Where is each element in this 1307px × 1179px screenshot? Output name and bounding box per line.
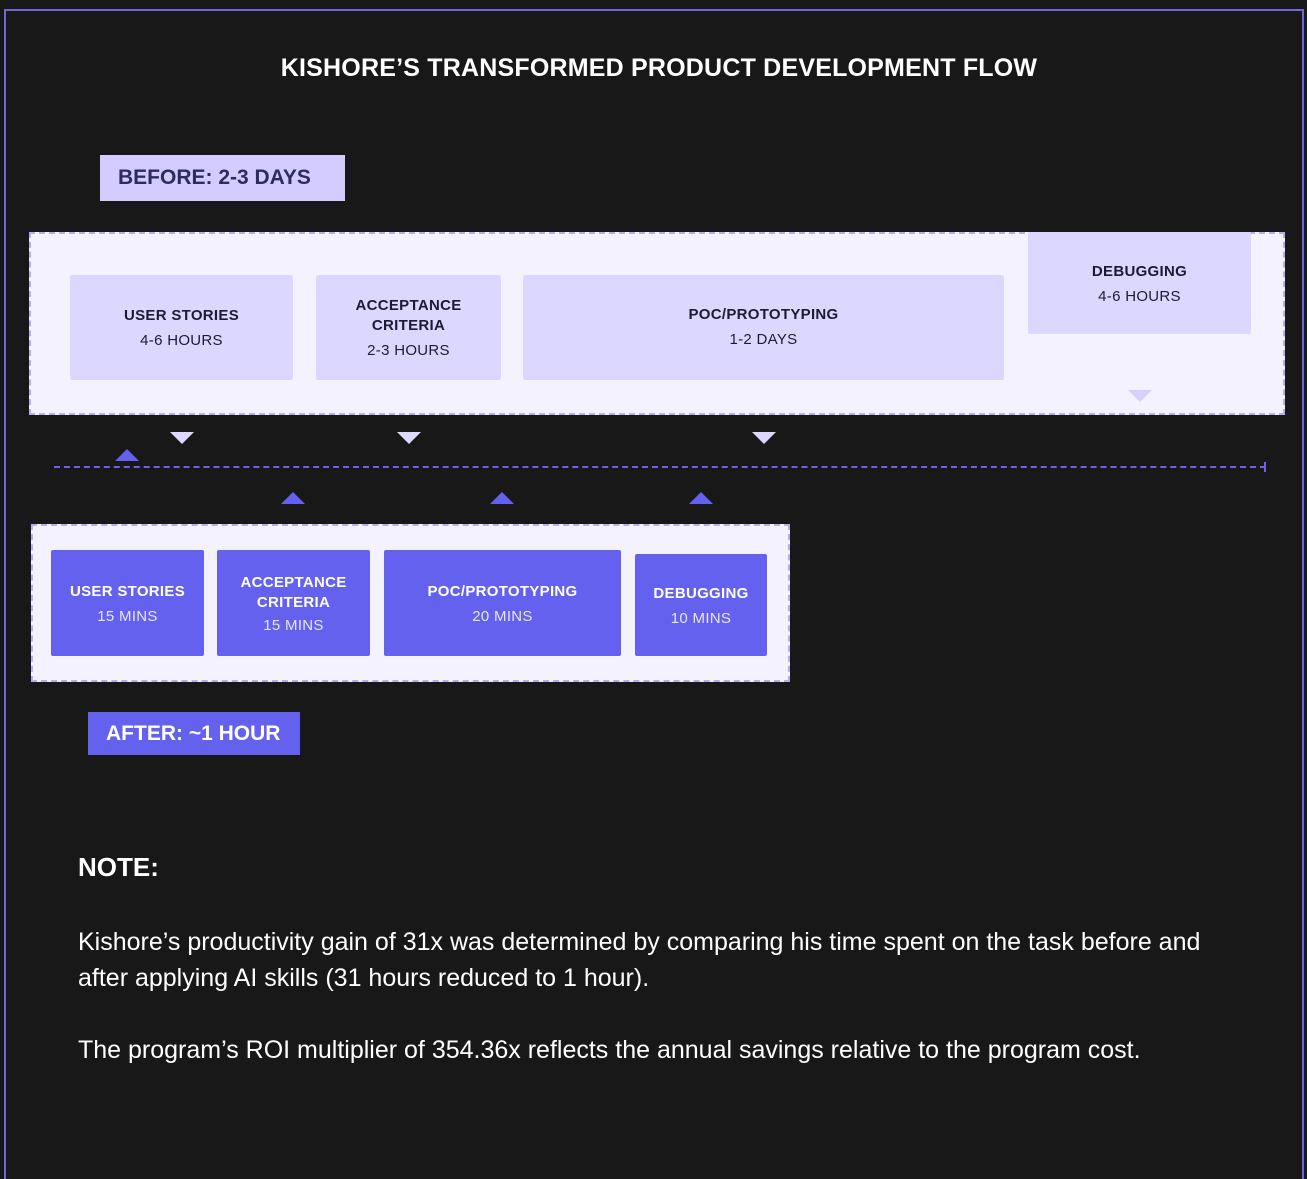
step-duration: 15 MINS — [97, 607, 158, 625]
step-label: DEBUGGING — [653, 584, 749, 602]
timeline-end-cap — [1264, 462, 1266, 472]
diagram-title: KISHORE’S TRANSFORMED PRODUCT DEVELOPMEN… — [280, 54, 1038, 82]
step-duration: 1-2 DAYS — [729, 331, 798, 348]
after-arrow-poc-prototyping — [490, 492, 514, 504]
step-duration: 4-6 HOURS — [140, 332, 223, 349]
step-duration: 15 MINS — [263, 616, 324, 634]
before-arrow-acceptance-criteria — [397, 432, 421, 444]
step-label: USER STORIES — [69, 582, 186, 600]
after-step-acceptance-criteria: ACCEPTANCE CRITERIA 15 MINS — [217, 550, 370, 656]
before-tag: BEFORE: 2-3 DAYS — [100, 155, 345, 201]
before-step-user-stories: USER STORIES 4-6 HOURS — [70, 275, 293, 380]
after-step-poc-prototyping: POC/PROTOTYPING 20 MINS — [384, 550, 621, 656]
timeline-line — [54, 466, 1266, 468]
note-paragraph-2: The program’s ROI multiplier of 354.36x … — [78, 1036, 1141, 1064]
before-arrow-user-stories — [170, 432, 194, 444]
note-paragraph-1: Kishore’s productivity gain of 31x was d… — [78, 928, 1201, 992]
step-duration: 2-3 HOURS — [367, 342, 450, 359]
after-arrow-start — [115, 449, 139, 461]
step-label: POC/PROTOTYPING — [427, 582, 578, 600]
step-label: ACCEPTANCE CRITERIA — [240, 573, 347, 611]
before-step-debugging: DEBUGGING 4-6 HOURS — [1028, 232, 1251, 334]
step-label: USER STORIES — [123, 307, 240, 324]
before-step-acceptance-criteria: ACCEPTANCE CRITERIA 2-3 HOURS — [316, 275, 501, 380]
after-arrow-acceptance-criteria — [281, 492, 305, 504]
step-duration: 10 MINS — [670, 609, 732, 627]
step-label: POC/PROTOTYPING — [688, 306, 839, 323]
after-step-debugging: DEBUGGING 10 MINS — [635, 554, 767, 656]
before-step-poc-prototyping: POC/PROTOTYPING 1-2 DAYS — [523, 275, 1004, 380]
before-arrow-debugging — [1128, 390, 1152, 402]
before-arrow-poc-prototyping — [752, 432, 776, 444]
note-heading: NOTE: — [78, 852, 159, 882]
step-label: ACCEPTANCE CRITERIA — [355, 297, 462, 334]
step-duration: 4-6 HOURS — [1098, 287, 1181, 305]
after-arrow-debugging — [689, 492, 713, 504]
step-duration: 20 MINS — [472, 607, 533, 625]
step-label: DEBUGGING — [1091, 262, 1188, 280]
after-tag: AFTER: ~1 HOUR — [88, 712, 300, 755]
after-step-user-stories: USER STORIES 15 MINS — [51, 550, 204, 656]
